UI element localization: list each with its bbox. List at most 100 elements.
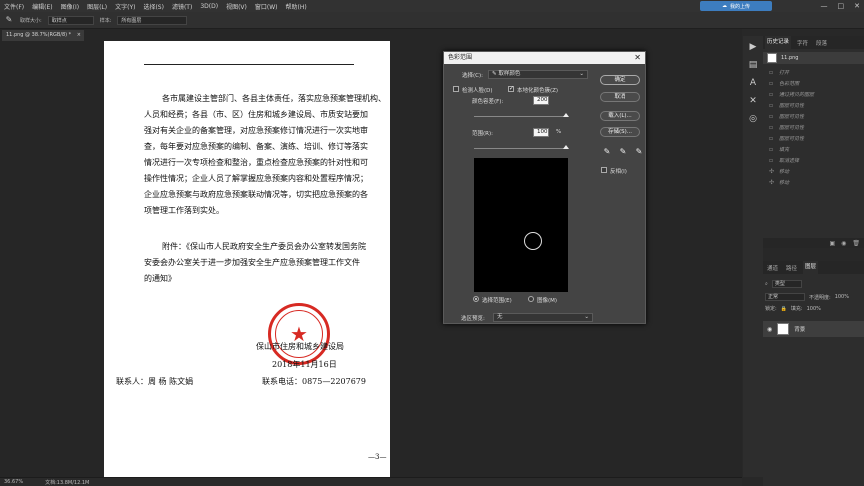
layer-thumbnail: [777, 323, 790, 335]
menu-select[interactable]: 选择(S): [139, 2, 168, 11]
fill-value[interactable]: 100%: [807, 306, 821, 312]
tab-paragraph[interactable]: 段落: [814, 39, 829, 47]
history-item[interactable]: ▫ 通过拷贝的图层: [763, 90, 864, 99]
minimize-icon[interactable]: —: [821, 2, 828, 10]
menu-bar: 文件(F) 编辑(E) 图像(I) 图层(L) 文字(Y) 选择(S) 滤镜(T…: [0, 0, 864, 12]
cloud-upload-label: 我的上传: [729, 3, 750, 10]
maximize-icon[interactable]: □: [838, 2, 845, 10]
history-item[interactable]: ▫ 取消选择: [763, 156, 864, 165]
layer-filter-select[interactable]: 类型: [771, 280, 802, 288]
lock-icon[interactable]: 🔒: [781, 306, 787, 312]
menu-type[interactable]: 文字(Y): [111, 2, 139, 11]
menu-view[interactable]: 视图(V): [222, 2, 251, 11]
history-item[interactable]: ▫ 图层可见性: [763, 101, 864, 110]
menu-help[interactable]: 帮助(H): [282, 2, 311, 11]
history-item[interactable]: ▫ 图层可见性: [763, 112, 864, 121]
history-step-icon: ▫: [769, 134, 774, 142]
cancel-button[interactable]: 取消: [600, 92, 640, 102]
tab-channels[interactable]: 通道: [765, 264, 780, 272]
attachment-line-1: 附件：《保山市人民政府安全生产委员会办公室转发国务院: [162, 242, 366, 251]
detect-faces-label: 检测人脸(D): [462, 88, 493, 94]
menu-window[interactable]: 窗口(W): [251, 2, 282, 11]
eyedropper-tool-icon[interactable]: ✎: [4, 15, 14, 25]
dialog-title-bar[interactable]: 色彩范围 ✕: [444, 52, 645, 64]
opacity-value[interactable]: 100%: [835, 294, 849, 300]
select-label: 选择(C):: [462, 73, 483, 79]
menu-3d[interactable]: 3D(D): [196, 3, 222, 10]
document-page[interactable]: 各市属建设主管部门、各县主体责任，落实应急预案管理机构、 人员和经费；各县（市、…: [104, 41, 390, 477]
play-icon[interactable]: ▶: [748, 42, 758, 52]
menu-image[interactable]: 图像(I): [57, 2, 83, 11]
tab-history[interactable]: 历史记录: [765, 36, 792, 49]
ok-button[interactable]: 确定: [600, 75, 640, 85]
save-button[interactable]: 存储(S)...: [600, 127, 640, 137]
document-tab-close-icon[interactable]: ×: [77, 32, 81, 38]
blend-mode-select[interactable]: 正常: [765, 293, 805, 301]
history-item[interactable]: ▫ 打开: [763, 68, 864, 77]
menu-file[interactable]: 文件(F): [0, 2, 28, 11]
selection-preview-select[interactable]: 无 ⌄: [493, 313, 593, 322]
character-icon[interactable]: A: [748, 78, 758, 88]
range-input[interactable]: 100: [533, 128, 549, 137]
camera-icon[interactable]: ◉: [841, 240, 846, 247]
eyedropper-minus-icon[interactable]: ✎: [634, 147, 644, 157]
trash-icon[interactable]: 🗑: [852, 240, 860, 247]
tools-icon[interactable]: ✕: [748, 96, 758, 106]
cloud-upload-button[interactable]: ☁ 我的上传: [700, 1, 772, 11]
eye-icon[interactable]: ◉: [767, 326, 772, 333]
invert-checkbox[interactable]: [601, 167, 607, 173]
tab-character[interactable]: 字符: [795, 39, 810, 47]
document-size[interactable]: 文档:13.8M/12.1M: [45, 479, 89, 486]
move-icon: ✣: [769, 178, 775, 186]
document-tab[interactable]: 11.png @ 38.7%(RGB/8) * ×: [2, 30, 84, 41]
eyedropper-icon[interactable]: ✎: [602, 147, 612, 157]
image-radio-label: 图像(M): [537, 298, 558, 304]
localized-clusters-checkbox[interactable]: [508, 85, 514, 92]
layers-comps-icon[interactable]: ◎: [748, 114, 758, 124]
para1-line-7: 企业应急预案与政府应急预案联动情况等，切实把应急预案的各: [144, 190, 368, 199]
history-item[interactable]: ✣ 移动: [763, 167, 864, 176]
fuzziness-slider-track[interactable]: [474, 116, 568, 117]
menu-layer[interactable]: 图层(L): [83, 2, 111, 11]
layers-panel-tabs: 通道 路径 图层: [763, 261, 864, 274]
tab-paths[interactable]: 路径: [784, 264, 799, 272]
zoom-level[interactable]: 36.67%: [4, 479, 23, 485]
selection-preview-label: 选区预览:: [461, 316, 485, 322]
para1-line-2: 人员和经费；各县（市、区）住房和城乡建设局、市质安站要加: [144, 110, 368, 119]
range-slider-track[interactable]: [474, 148, 568, 149]
panel-icon-strip: ▶ ▤ A ✕ ◎: [743, 36, 763, 477]
layer-background[interactable]: ◉ 背景: [763, 321, 864, 337]
image-radio[interactable]: [528, 296, 534, 302]
new-document-icon[interactable]: ▣: [829, 240, 835, 247]
history-icon[interactable]: ▤: [748, 60, 758, 70]
sample-select[interactable]: 所有图层: [117, 15, 188, 25]
status-bar: 36.67% 文档:13.8M/12.1M: [0, 477, 742, 486]
document-tab-bar: 11.png @ 38.7%(RGB/8) * ×: [0, 29, 742, 41]
selection-radio[interactable]: [473, 296, 479, 302]
history-step-icon: ▫: [769, 145, 774, 153]
history-item[interactable]: ▫ 色彩范围: [763, 79, 864, 88]
dialog-close-icon[interactable]: ✕: [634, 52, 641, 64]
fuzziness-input[interactable]: 200: [533, 96, 549, 105]
range-slider-thumb[interactable]: [563, 145, 569, 149]
fuzziness-slider-thumb[interactable]: [563, 113, 569, 117]
history-snapshot[interactable]: 11.png: [763, 52, 864, 64]
tab-layers[interactable]: 图层: [803, 261, 819, 274]
menu-edit[interactable]: 编辑(E): [28, 2, 56, 11]
eyedropper-plus-icon[interactable]: ✎: [618, 147, 628, 157]
close-icon[interactable]: ✕: [854, 2, 860, 10]
select-dropdown[interactable]: ✎ 取样颜色 ⌄: [488, 70, 588, 79]
menu-filter[interactable]: 滤镜(T): [168, 2, 196, 11]
detect-faces-checkbox[interactable]: [453, 86, 459, 92]
fuzziness-label: 颜色容差(F):: [472, 99, 504, 105]
select-dropdown-value: 取样颜色: [498, 71, 521, 77]
history-item[interactable]: ▫ 填充: [763, 145, 864, 154]
selection-preview-image[interactable]: [474, 158, 568, 292]
sample-size-select[interactable]: 取样点: [47, 15, 94, 25]
history-step-icon: ▫: [769, 90, 774, 98]
history-item[interactable]: ▫ 图层可见性: [763, 123, 864, 132]
history-item[interactable]: ✣ 移动: [763, 178, 864, 187]
load-button[interactable]: 载入(L)...: [600, 111, 640, 121]
history-item[interactable]: ▫ 图层可见性: [763, 134, 864, 143]
dialog-title: 色彩范围: [448, 54, 473, 61]
